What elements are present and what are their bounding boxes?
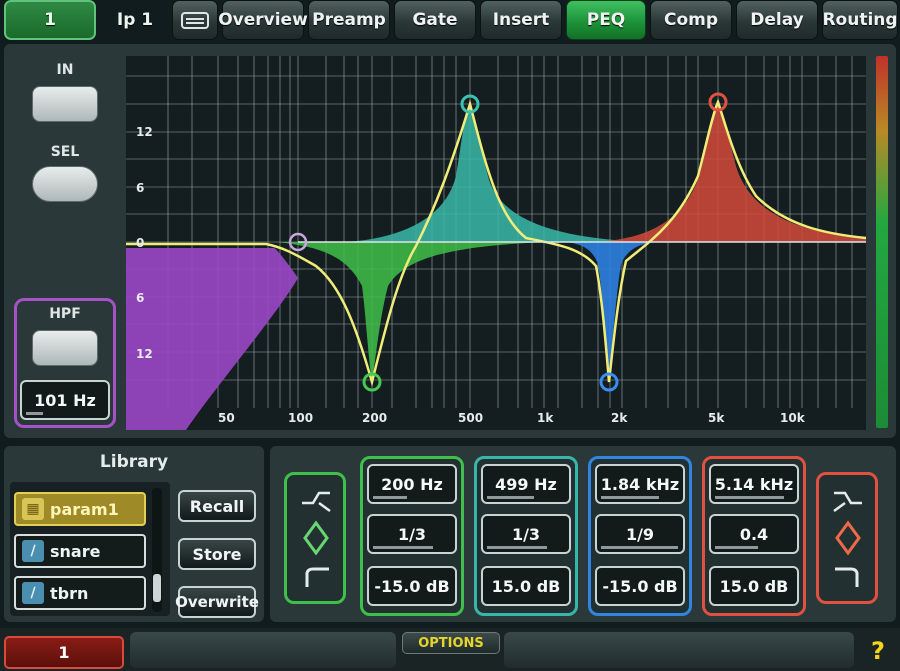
band-4-gain-field[interactable]: 15.0 dB (709, 566, 799, 606)
library-item[interactable]: ∕ snare (14, 534, 146, 568)
high-shelf-icon[interactable] (833, 491, 862, 513)
band-1-gain: -15.0 dB (374, 576, 450, 596)
high-band-type-icons (833, 491, 862, 587)
x-tick-label: 500 (458, 411, 483, 425)
tab-overview[interactable]: Overview (218, 0, 308, 40)
channel-number-button[interactable]: 1 (4, 0, 96, 40)
library-title: Library (99, 452, 169, 472)
band-2-width-field[interactable]: 1/3 (481, 514, 571, 554)
x-tick-label: 200 (362, 411, 387, 425)
band-3-gain-field[interactable]: -15.0 dB (595, 566, 685, 606)
preset-icon: ∕ (22, 540, 44, 562)
value-bar (601, 546, 679, 549)
value-bar (373, 496, 408, 499)
low-shelf-icon[interactable] (302, 491, 331, 513)
bell-icon[interactable] (303, 520, 329, 556)
eq-graph[interactable]: 12 6 0 6 12 50 100 200 500 1k 2k 5k 10k (126, 56, 866, 430)
sel-label: SEL (50, 144, 80, 160)
band-4-width: 0.4 (739, 524, 769, 544)
x-tick-label: 10k (780, 411, 806, 425)
hpf-frequency-field[interactable]: 101 Hz (20, 380, 110, 420)
tab-routing[interactable]: Routing (822, 0, 898, 40)
hpf-label: HPF (49, 306, 81, 322)
value-bar (487, 546, 548, 549)
band-4-width-field[interactable]: 0.4 (709, 514, 799, 554)
band-3-gain: -15.0 dB (602, 576, 678, 596)
band-4-gain: 15.0 dB (719, 576, 789, 596)
store-button[interactable]: Store (178, 538, 256, 570)
library-item[interactable]: ∕ tbrn (14, 576, 146, 610)
band-3-frequency: 1.84 kHz (600, 474, 680, 494)
preset-icon: ∕ (22, 582, 44, 604)
channel-name[interactable]: Ip 1 (100, 0, 170, 40)
preset-icon: ▦ (22, 498, 44, 520)
help-icon[interactable]: ? (860, 634, 896, 668)
y-tick-label: 12 (136, 347, 153, 361)
low-band-type-icons (302, 491, 331, 587)
tab-comp[interactable]: Comp (650, 0, 732, 40)
tab-peq[interactable]: PEQ (566, 0, 646, 40)
options-button[interactable]: OPTIONS (402, 632, 500, 654)
x-tick-label: 100 (288, 411, 313, 425)
band-2-gain: 15.0 dB (491, 576, 561, 596)
band-1-frequency: 200 Hz (381, 474, 443, 494)
keyboard-icon (181, 12, 209, 29)
y-tick-label: 6 (136, 291, 144, 305)
value-bar (601, 496, 660, 499)
library-scroll-thumb[interactable] (153, 574, 161, 602)
tab-gate[interactable]: Gate (394, 0, 476, 40)
library-item[interactable]: ▦ param1 (14, 492, 146, 526)
level-meter (876, 56, 888, 428)
band-2-frequency-field[interactable]: 499 Hz (481, 464, 571, 504)
x-tick-label: 2k (611, 411, 628, 425)
hpf-frequency-value: 101 Hz (34, 390, 96, 410)
band-1-frequency-field[interactable]: 200 Hz (367, 464, 457, 504)
tab-insert[interactable]: Insert (480, 0, 562, 40)
band-3-width: 1/9 (625, 524, 655, 544)
band-2-frequency: 499 Hz (495, 474, 557, 494)
band-2-width: 1/3 (511, 524, 541, 544)
in-button[interactable] (32, 86, 98, 122)
bell-icon[interactable] (835, 520, 861, 556)
value-bar (715, 496, 784, 499)
tab-preamp[interactable]: Preamp (308, 0, 390, 40)
low-pass-icon[interactable] (835, 567, 859, 587)
band-4-frequency: 5.14 kHz (714, 474, 794, 494)
tab-delay[interactable]: Delay (736, 0, 818, 40)
in-label: IN (56, 62, 74, 78)
band-1-width-field[interactable]: 1/3 (367, 514, 457, 554)
y-tick-label: 12 (136, 125, 153, 139)
overwrite-button[interactable]: Overwrite (175, 586, 259, 618)
recall-button[interactable]: Recall (178, 490, 256, 522)
x-tick-label: 1k (537, 411, 554, 425)
sel-button[interactable] (32, 166, 98, 202)
x-tick-label: 50 (218, 411, 235, 425)
bottom-strip-right (504, 632, 854, 668)
hpf-button[interactable] (32, 330, 98, 366)
library-item-label: snare (50, 541, 101, 561)
low-band-type-selector[interactable] (284, 472, 346, 604)
bottom-channel-button[interactable]: 1 (4, 636, 124, 669)
band-2-gain-field[interactable]: 15.0 dB (481, 566, 571, 606)
library-item-label: param1 (50, 499, 119, 519)
y-tick-label: 6 (136, 181, 144, 195)
library-scrollbar[interactable] (152, 488, 162, 612)
value-bar (715, 546, 758, 549)
x-tick-label: 5k (708, 411, 725, 425)
band-1-gain-field[interactable]: -15.0 dB (367, 566, 457, 606)
bottom-strip-left (130, 632, 396, 668)
library-item-label: tbrn (50, 583, 89, 603)
high-pass-icon[interactable] (305, 567, 329, 587)
hpf-frequency-bar (26, 412, 44, 415)
value-bar (487, 496, 535, 499)
band-4-frequency-field[interactable]: 5.14 kHz (709, 464, 799, 504)
band-1-width: 1/3 (397, 524, 427, 544)
value-bar (373, 546, 434, 549)
band-3-frequency-field[interactable]: 1.84 kHz (595, 464, 685, 504)
high-band-type-selector[interactable] (816, 472, 878, 604)
band-3-width-field[interactable]: 1/9 (595, 514, 685, 554)
keyboard-button[interactable] (172, 0, 218, 40)
y-tick-label: 0 (136, 236, 144, 250)
